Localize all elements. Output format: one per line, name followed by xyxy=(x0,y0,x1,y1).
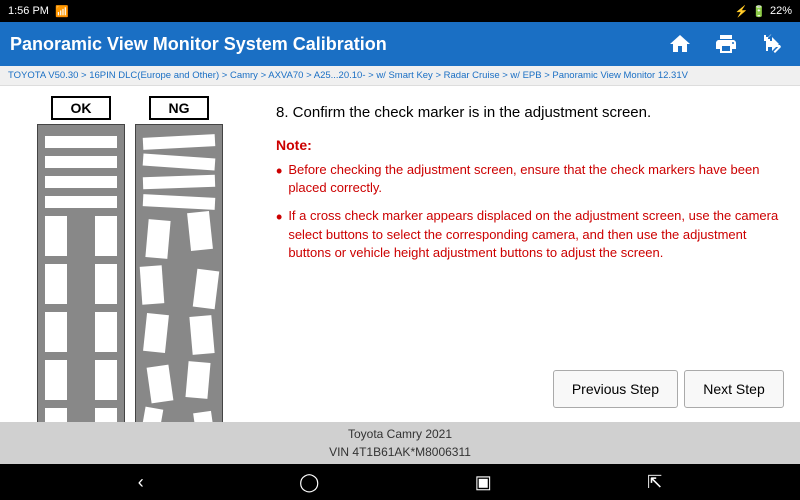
bullet-dot-2: • xyxy=(276,207,282,229)
share-button[interactable] xyxy=(754,26,790,62)
next-step-button[interactable]: Next Step xyxy=(684,370,784,408)
home-icon xyxy=(668,32,692,56)
header-icons xyxy=(662,26,790,62)
breadcrumb: TOYOTA V50.30 > 16PIN DLC(Europe and Oth… xyxy=(0,66,800,86)
bullet-item-1: • Before checking the adjustment screen,… xyxy=(276,161,784,197)
page-title: Panoramic View Monitor System Calibratio… xyxy=(10,34,387,55)
main-content: OK xyxy=(0,86,800,422)
home-nav-icon[interactable]: ◯ xyxy=(299,472,319,493)
previous-step-button[interactable]: Previous Step xyxy=(553,370,678,408)
footer: Toyota Camry 2021 VIN 4T1B61AK*M8006311 xyxy=(0,422,800,464)
print-button[interactable] xyxy=(708,26,744,62)
home-button[interactable] xyxy=(662,26,698,62)
footer-line2: VIN 4T1B61AK*M8006311 xyxy=(329,445,471,459)
footer-line1: Toyota Camry 2021 xyxy=(348,427,452,441)
back-nav-icon[interactable]: ‹ xyxy=(138,472,144,493)
bullet-text-2: If a cross check marker appears displace… xyxy=(288,207,784,262)
note-label: Note: xyxy=(276,137,784,153)
left-panel: OK xyxy=(0,86,260,422)
ok-label: OK xyxy=(51,96,111,120)
ok-diagram: OK xyxy=(37,96,125,422)
share-icon xyxy=(760,32,784,56)
breadcrumb-text: TOYOTA V50.30 > 16PIN DLC(Europe and Oth… xyxy=(8,70,688,81)
ok-diagram-svg xyxy=(37,124,125,422)
recents-nav-icon[interactable]: ▣ xyxy=(475,472,492,493)
header: Panoramic View Monitor System Calibratio… xyxy=(0,22,800,66)
fullscreen-nav-icon[interactable]: ⇱ xyxy=(647,472,662,493)
nav-bar: ‹ ◯ ▣ ⇱ xyxy=(0,464,800,500)
time-display: 1:56 PM xyxy=(8,5,49,17)
status-bar-left: 1:56 PM 📶 xyxy=(8,5,69,18)
bullet-item-2: • If a cross check marker appears displa… xyxy=(276,207,784,262)
ng-diagram: NG xyxy=(135,96,223,422)
step-title: 8. Confirm the check marker is in the ad… xyxy=(276,102,784,123)
bluetooth-icon: ⚡ xyxy=(735,5,749,18)
ng-diagram-svg xyxy=(135,124,223,422)
status-bar: 1:56 PM 📶 ⚡ 🔋 22% xyxy=(0,0,800,22)
bullet-list: • Before checking the adjustment screen,… xyxy=(276,161,784,272)
bullet-dot-1: • xyxy=(276,161,282,183)
sim-icon: 📶 xyxy=(55,5,69,18)
status-bar-right: ⚡ 🔋 22% xyxy=(735,5,792,18)
bottom-row: Previous Step Next Step xyxy=(276,362,784,412)
ng-label: NG xyxy=(149,96,209,120)
right-panel: 8. Confirm the check marker is in the ad… xyxy=(260,86,800,422)
print-icon xyxy=(714,32,738,56)
battery-percent: 22% xyxy=(770,5,792,17)
battery-icon: 🔋 xyxy=(752,5,766,18)
bullet-text-1: Before checking the adjustment screen, e… xyxy=(288,161,784,197)
